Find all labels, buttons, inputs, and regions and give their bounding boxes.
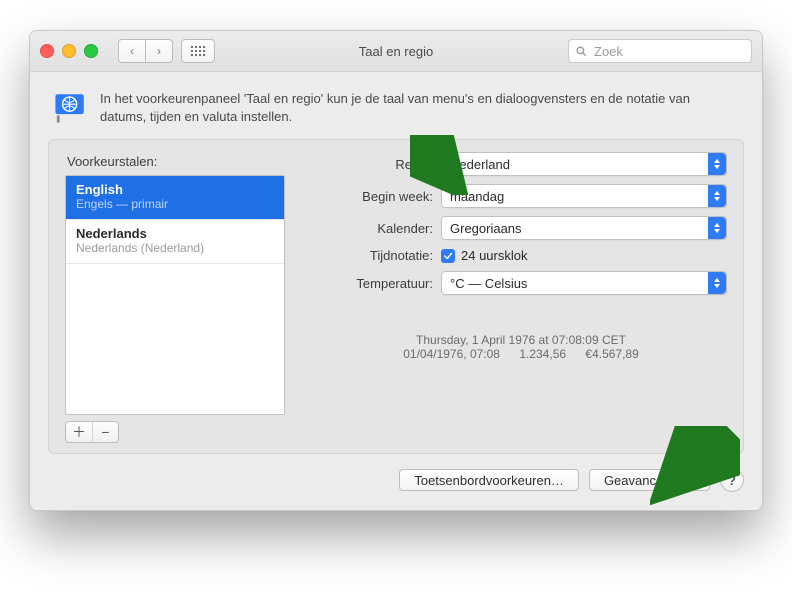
calendar-value: Gregoriaans: [450, 221, 522, 236]
keyboard-prefs-button[interactable]: Toetsenbordvoorkeuren…: [399, 469, 579, 491]
sample-currency: €4.567,89: [585, 347, 638, 361]
updown-icon: [708, 272, 726, 294]
remove-language-button[interactable]: −: [92, 422, 118, 442]
temperature-value: °C — Celsius: [450, 276, 527, 291]
updown-icon: [708, 217, 726, 239]
region-select[interactable]: Nederland: [441, 152, 727, 176]
add-remove-group: ＋ −: [65, 421, 119, 443]
calendar-select[interactable]: Gregoriaans: [441, 216, 727, 240]
keyboard-prefs-label: Toetsenbordvoorkeuren…: [414, 473, 564, 488]
plus-icon: ＋: [72, 425, 86, 439]
check-icon: [443, 251, 453, 261]
updown-icon: [708, 153, 726, 175]
intro: In het voorkeurenpaneel 'Taal en regio' …: [54, 90, 738, 125]
zoom-window-button[interactable]: [84, 44, 98, 58]
language-sub: Engels — primair: [76, 197, 274, 211]
temperature-select[interactable]: °C — Celsius: [441, 271, 727, 295]
close-window-button[interactable]: [40, 44, 54, 58]
language-name: Nederlands: [76, 226, 274, 241]
language-list[interactable]: English Engels — primair Nederlands Nede…: [65, 175, 285, 415]
minus-icon: −: [101, 425, 109, 439]
advanced-button[interactable]: Geavanceerd…: [589, 469, 710, 491]
updown-icon: [708, 185, 726, 207]
forward-button[interactable]: ›: [146, 39, 173, 63]
advanced-label: Geavanceerd…: [604, 473, 695, 488]
time-format-checkbox[interactable]: [441, 249, 455, 263]
sample-number: 1.234,56: [519, 347, 566, 361]
first-day-select[interactable]: maandag: [441, 184, 727, 208]
search-field[interactable]: [568, 39, 752, 63]
first-day-value: maandag: [450, 189, 504, 204]
language-item-english[interactable]: English Engels — primair: [66, 176, 284, 220]
settings-panel: Voorkeurstalen: English Engels — primair…: [48, 139, 744, 454]
question-icon: ?: [728, 473, 736, 488]
window-body: In het voorkeurenpaneel 'Taal en regio' …: [30, 72, 762, 510]
minimize-window-button[interactable]: [62, 44, 76, 58]
help-button[interactable]: ?: [720, 468, 744, 492]
region-value: Nederland: [450, 157, 510, 172]
time-format-checkbox-label: 24 uursklok: [461, 248, 527, 263]
grid-icon: [191, 46, 205, 56]
chevron-right-icon: ›: [157, 44, 161, 58]
format-samples: Thursday, 1 April 1976 at 07:08:09 CET 0…: [315, 333, 727, 361]
temperature-label: Temperatuur:: [315, 276, 433, 291]
language-sub: Nederlands (Nederland): [76, 241, 274, 255]
window-controls: [40, 44, 98, 58]
time-format-label: Tijdnotatie:: [315, 248, 433, 263]
first-day-label: Begin week:: [315, 189, 433, 204]
preferred-languages-label: Voorkeurstalen:: [67, 154, 285, 169]
globe-flag-icon: [54, 90, 88, 124]
preferred-languages: Voorkeurstalen: English Engels — primair…: [65, 152, 285, 443]
search-icon: [575, 45, 588, 58]
footer: Toetsenbordvoorkeuren… Geavanceerd… ?: [48, 468, 744, 492]
language-name: English: [76, 182, 274, 197]
preferences-window: ‹ › Taal en regio: [29, 30, 763, 511]
intro-text: In het voorkeurenpaneel 'Taal en regio' …: [100, 90, 738, 125]
region-label: Regio:: [315, 157, 433, 172]
add-language-button[interactable]: ＋: [66, 422, 92, 442]
sample-long-date: Thursday, 1 April 1976 at 07:08:09 CET: [315, 333, 727, 347]
language-item-nederlands[interactable]: Nederlands Nederlands (Nederland): [66, 220, 284, 264]
show-all-prefs-button[interactable]: [181, 39, 215, 63]
back-button[interactable]: ‹: [118, 39, 146, 63]
titlebar: ‹ › Taal en regio: [30, 31, 762, 72]
chevron-left-icon: ‹: [130, 44, 134, 58]
region-form: Regio: Nederland Begin week: maandag: [315, 152, 727, 443]
search-input[interactable]: [592, 43, 745, 60]
calendar-label: Kalender:: [315, 221, 433, 236]
nav-back-forward: ‹ ›: [118, 39, 173, 63]
sample-short-date: 01/04/1976, 07:08: [403, 347, 500, 361]
